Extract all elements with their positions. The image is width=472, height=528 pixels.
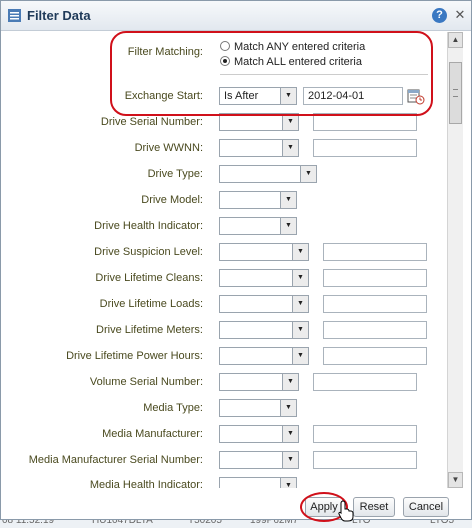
reset-button[interactable]: Reset bbox=[353, 497, 395, 517]
chevron-down-icon[interactable]: ▼ bbox=[292, 244, 308, 260]
drive-wwnn-input[interactable] bbox=[313, 139, 417, 157]
drive-wwnn-label: Drive WWNN: bbox=[134, 142, 203, 154]
drive-type-select[interactable]: ▼ bbox=[219, 165, 317, 183]
chevron-down-icon[interactable]: ▼ bbox=[282, 426, 298, 442]
drive-lifetime-loads-operator[interactable]: ▼ bbox=[219, 295, 309, 313]
drive-health-indicator-label: Drive Health Indicator: bbox=[94, 220, 203, 232]
drive-type-label: Drive Type: bbox=[147, 168, 203, 180]
media-manufacturer-input[interactable] bbox=[313, 425, 417, 443]
chevron-down-icon[interactable]: ▼ bbox=[292, 322, 308, 338]
dialog-grip-icon bbox=[8, 9, 21, 25]
media-manufacturer-operator[interactable]: ▼ bbox=[219, 425, 299, 443]
drive-suspicion-level-input[interactable] bbox=[323, 243, 427, 261]
drive-lifetime-cleans-label: Drive Lifetime Cleans: bbox=[95, 272, 203, 284]
media-manufacturer-label: Media Manufacturer: bbox=[102, 428, 203, 440]
chevron-down-icon[interactable]: ▼ bbox=[280, 218, 296, 234]
drive-model-select[interactable]: ▼ bbox=[219, 191, 297, 209]
drive-suspicion-level-label: Drive Suspicion Level: bbox=[94, 246, 203, 258]
chevron-down-icon[interactable]: ▼ bbox=[292, 296, 308, 312]
drive-serial-number-label: Drive Serial Number: bbox=[100, 116, 203, 128]
help-icon[interactable]: ? bbox=[432, 8, 447, 23]
chevron-down-icon[interactable]: ▼ bbox=[292, 348, 308, 364]
volume-serial-number-operator[interactable]: ▼ bbox=[219, 373, 299, 391]
annotation-highlight-ring bbox=[110, 31, 433, 116]
drive-model-label: Drive Model: bbox=[141, 194, 203, 206]
drive-lifetime-meters-operator[interactable]: ▼ bbox=[219, 321, 309, 339]
drive-health-indicator-select[interactable]: ▼ bbox=[219, 217, 297, 235]
chevron-down-icon[interactable]: ▼ bbox=[282, 452, 298, 468]
media-manufacturer-serial-number-label: Media Manufacturer Serial Number: bbox=[28, 454, 203, 466]
chevron-down-icon[interactable]: ▼ bbox=[282, 114, 298, 130]
chevron-down-icon[interactable]: ▼ bbox=[282, 374, 298, 390]
vertical-scrollbar[interactable]: ▲ ▼ bbox=[447, 32, 463, 488]
hand-cursor-icon bbox=[338, 500, 354, 522]
drive-lifetime-power-hours-label: Drive Lifetime Power Hours: bbox=[66, 350, 203, 362]
scrollbar-thumb[interactable] bbox=[449, 62, 462, 124]
scroll-up-icon[interactable]: ▲ bbox=[448, 32, 463, 48]
dialog-titlebar[interactable]: Filter Data ? ✕ bbox=[1, 1, 471, 31]
media-health-indicator-label: Media Health Indicator: bbox=[89, 479, 203, 488]
chevron-down-icon[interactable]: ▼ bbox=[280, 478, 296, 488]
volume-serial-number-input[interactable] bbox=[313, 373, 417, 391]
drive-lifetime-power-hours-operator[interactable]: ▼ bbox=[219, 347, 309, 365]
dialog-footer: Apply Reset Cancel bbox=[1, 488, 472, 521]
drive-lifetime-loads-label: Drive Lifetime Loads: bbox=[99, 298, 203, 310]
chevron-down-icon[interactable]: ▼ bbox=[280, 192, 296, 208]
chevron-down-icon[interactable]: ▼ bbox=[292, 270, 308, 286]
drive-lifetime-power-hours-input[interactable] bbox=[323, 347, 427, 365]
dialog-title: Filter Data bbox=[27, 8, 91, 23]
chevron-down-icon[interactable]: ▼ bbox=[300, 166, 316, 182]
drive-suspicion-level-operator[interactable]: ▼ bbox=[219, 243, 309, 261]
media-type-label: Media Type: bbox=[143, 402, 203, 414]
drive-lifetime-meters-label: Drive Lifetime Meters: bbox=[96, 324, 203, 336]
drive-lifetime-meters-input[interactable] bbox=[323, 321, 427, 339]
media-manufacturer-serial-number-operator[interactable]: ▼ bbox=[219, 451, 299, 469]
drive-lifetime-cleans-input[interactable] bbox=[323, 269, 427, 287]
scroll-down-icon[interactable]: ▼ bbox=[448, 472, 463, 488]
drive-wwnn-operator[interactable]: ▼ bbox=[219, 139, 299, 157]
drive-lifetime-cleans-operator[interactable]: ▼ bbox=[219, 269, 309, 287]
chevron-down-icon[interactable]: ▼ bbox=[280, 400, 296, 416]
media-manufacturer-serial-number-input[interactable] bbox=[313, 451, 417, 469]
cancel-button[interactable]: Cancel bbox=[403, 497, 449, 517]
close-icon[interactable]: ✕ bbox=[453, 8, 467, 22]
volume-serial-number-label: Volume Serial Number: bbox=[89, 376, 203, 388]
drive-lifetime-loads-input[interactable] bbox=[323, 295, 427, 313]
media-health-indicator-select[interactable]: ▼ bbox=[219, 477, 297, 488]
chevron-down-icon[interactable]: ▼ bbox=[282, 140, 298, 156]
media-type-select[interactable]: ▼ bbox=[219, 399, 297, 417]
